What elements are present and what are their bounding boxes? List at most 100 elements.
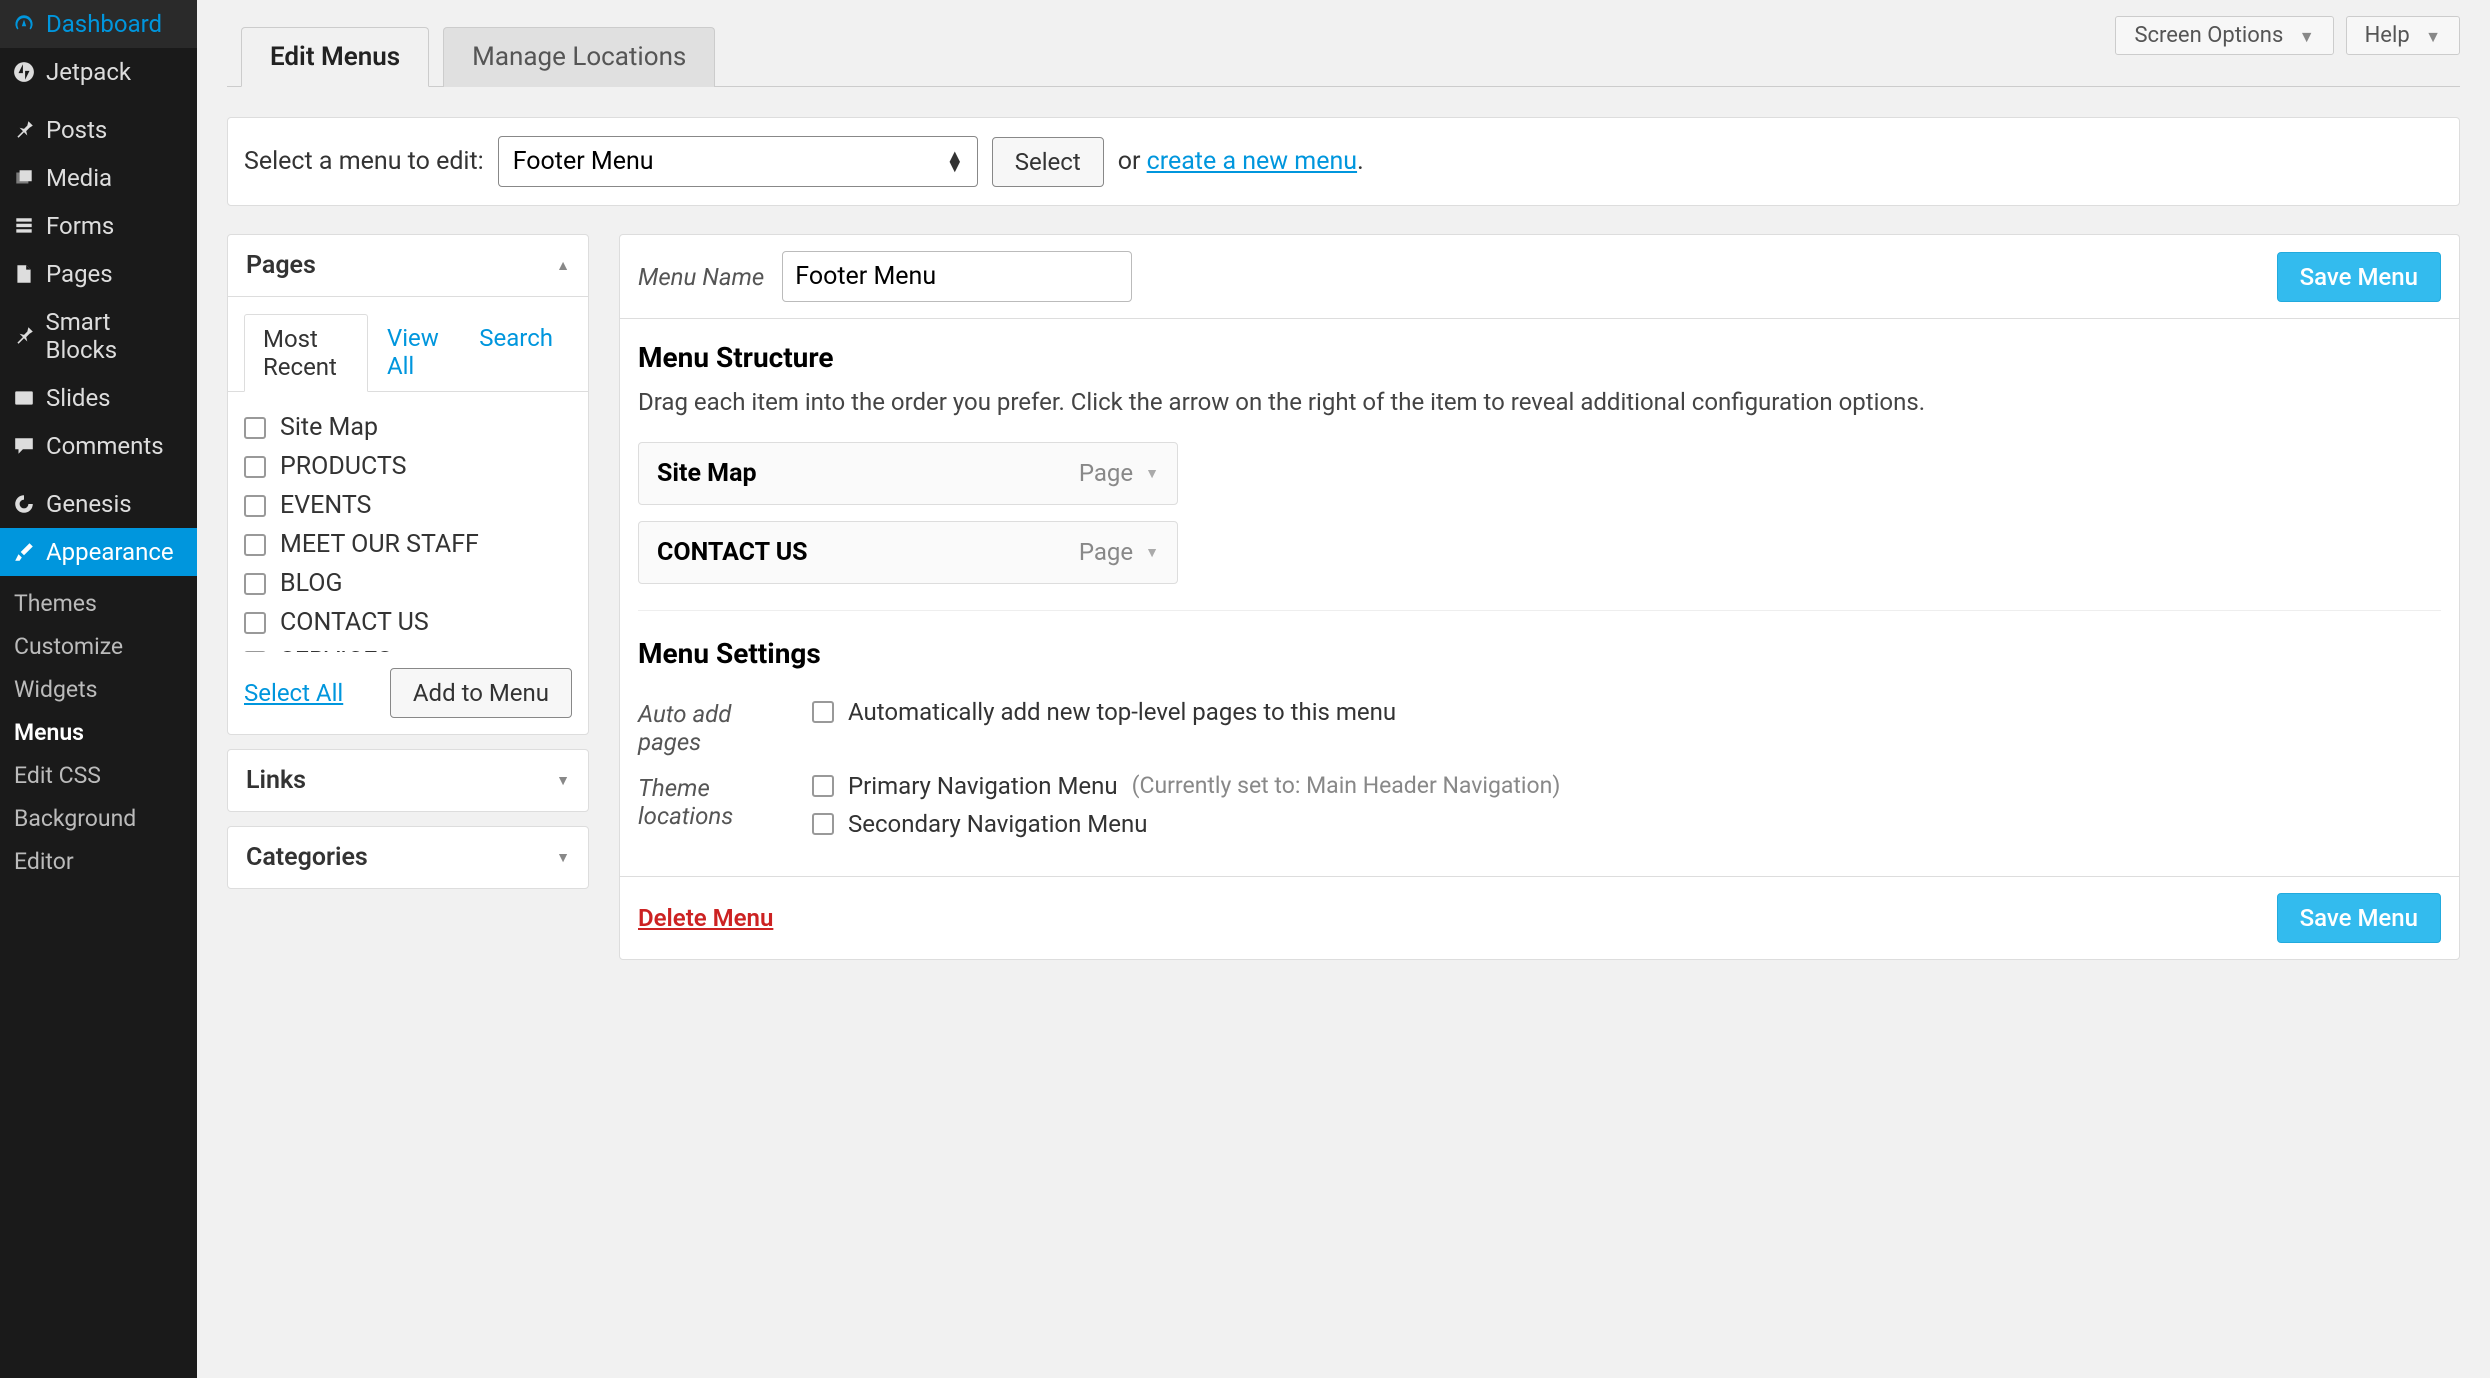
sidebar-item-slides[interactable]: Slides <box>0 374 197 422</box>
sidebar-item-posts[interactable]: Posts <box>0 106 197 154</box>
menu-item-type: Page <box>1079 538 1133 566</box>
sidebar-item-label: Genesis <box>46 490 132 518</box>
links-accordion-header[interactable]: Links ▼ <box>228 750 588 811</box>
secondary-nav-checkbox[interactable] <box>812 813 834 835</box>
submenu-item-widgets[interactable]: Widgets <box>0 668 197 711</box>
select-button[interactable]: Select <box>992 137 1104 187</box>
save-menu-button-bottom[interactable]: Save Menu <box>2277 893 2441 943</box>
help-label: Help <box>2365 23 2410 48</box>
sidebar-item-label: Comments <box>46 432 164 460</box>
pages-accordion-header[interactable]: Pages ▲ <box>228 235 588 296</box>
primary-nav-checkbox[interactable] <box>812 775 834 797</box>
help-button[interactable]: Help ▼ <box>2346 16 2460 55</box>
sidebar-item-label: Slides <box>46 384 111 412</box>
chevron-down-icon: ▼ <box>1145 544 1159 561</box>
submenu-item-themes[interactable]: Themes <box>0 582 197 625</box>
page-checkbox[interactable] <box>244 417 266 439</box>
sidebar-item-comments[interactable]: Comments <box>0 422 197 470</box>
sidebar-item-appearance[interactable]: Appearance <box>0 528 197 576</box>
submenu-item-background[interactable]: Background <box>0 797 197 840</box>
submenu-item-menus[interactable]: Menus <box>0 711 197 754</box>
menu-dropdown[interactable]: Footer Menu <box>498 136 978 187</box>
menu-settings-heading: Menu Settings <box>638 637 2441 670</box>
chevron-down-icon: ▼ <box>1145 465 1159 482</box>
sidebar-item-genesis[interactable]: Genesis <box>0 480 197 528</box>
menu-item[interactable]: CONTACT US Page ▼ <box>638 521 1178 584</box>
menu-item[interactable]: Site Map Page ▼ <box>638 442 1178 505</box>
menu-item-title: Site Map <box>657 459 757 488</box>
slides-icon <box>12 386 36 410</box>
inner-tab-search[interactable]: Search <box>460 313 572 391</box>
chevron-down-icon: ▼ <box>2425 27 2441 46</box>
links-accordion: Links ▼ <box>227 749 589 812</box>
page-item: CONTACT US <box>244 603 572 642</box>
submenu-item-customize[interactable]: Customize <box>0 625 197 668</box>
sidebar-item-label: Pages <box>46 260 113 288</box>
menu-name-label: Menu Name <box>638 263 764 291</box>
page-label: SERVICES <box>280 647 392 652</box>
menu-item-title: CONTACT US <box>657 538 808 567</box>
page-checkbox[interactable] <box>244 612 266 634</box>
chevron-up-icon: ▲ <box>556 257 570 274</box>
pages-title: Pages <box>246 251 316 280</box>
page-item: PRODUCTS <box>244 447 572 486</box>
sidebar-item-label: Jetpack <box>46 58 131 86</box>
menu-item-type: Page <box>1079 459 1133 487</box>
sidebar-item-label: Smart Blocks <box>46 308 186 364</box>
sidebar-item-label: Dashboard <box>46 10 162 38</box>
links-title: Links <box>246 766 306 795</box>
sidebar-item-dashboard[interactable]: Dashboard <box>0 0 197 48</box>
comment-icon <box>12 434 36 458</box>
page-checkbox[interactable] <box>244 495 266 517</box>
inner-tab-view-all[interactable]: View All <box>368 313 460 391</box>
page-item: MEET OUR STAFF <box>244 525 572 564</box>
page-item: EVENTS <box>244 486 572 525</box>
screen-options-button[interactable]: Screen Options ▼ <box>2115 16 2333 55</box>
dashboard-icon <box>12 12 36 36</box>
save-menu-button-top[interactable]: Save Menu <box>2277 252 2441 302</box>
create-new-menu-link[interactable]: create a new menu <box>1147 147 1357 176</box>
chevron-down-icon: ▼ <box>556 849 570 866</box>
pin-icon <box>12 118 36 142</box>
admin-sidebar: Dashboard Jetpack Posts Media Forms Pages Smar… <box>0 0 197 1378</box>
pages-icon <box>12 262 36 286</box>
page-label: PRODUCTS <box>280 452 406 481</box>
auto-add-pages-label: Auto add pages <box>638 698 780 756</box>
auto-add-checkbox[interactable] <box>812 701 834 723</box>
add-to-menu-button[interactable]: Add to Menu <box>390 668 572 718</box>
submenu-item-editor[interactable]: Editor <box>0 840 197 883</box>
sidebar-item-label: Media <box>46 164 112 192</box>
chevron-down-icon: ▼ <box>556 772 570 789</box>
categories-accordion-header[interactable]: Categories ▼ <box>228 827 588 888</box>
auto-add-text: Automatically add new top-level pages to… <box>848 698 1396 726</box>
chevron-down-icon: ▼ <box>2299 27 2315 46</box>
sidebar-item-pages[interactable]: Pages <box>0 250 197 298</box>
pin-icon <box>12 324 36 348</box>
sidebar-item-forms[interactable]: Forms <box>0 202 197 250</box>
page-checkbox[interactable] <box>244 534 266 556</box>
menu-name-input[interactable] <box>782 251 1132 302</box>
primary-nav-hint: (Currently set to: Main Header Navigatio… <box>1132 772 1561 799</box>
select-all-link[interactable]: Select All <box>244 679 343 707</box>
menu-editor: Menu Name Save Menu Menu Structure Drag … <box>619 234 2460 960</box>
page-label: BLOG <box>280 569 342 598</box>
main-content: Screen Options ▼ Help ▼ Edit Menus Manag… <box>197 0 2490 1378</box>
page-checkbox[interactable] <box>244 573 266 595</box>
tab-manage-locations[interactable]: Manage Locations <box>443 27 715 87</box>
page-label: Site Map <box>280 413 378 442</box>
pages-accordion: Pages ▲ Most Recent View All Search Site… <box>227 234 589 735</box>
theme-locations-label: Theme locations <box>638 772 780 830</box>
page-label: MEET OUR STAFF <box>280 530 479 559</box>
sidebar-item-media[interactable]: Media <box>0 154 197 202</box>
media-icon <box>12 166 36 190</box>
sidebar-item-smart-blocks[interactable]: Smart Blocks <box>0 298 197 374</box>
sidebar-item-jetpack[interactable]: Jetpack <box>0 48 197 96</box>
page-item: SERVICES <box>244 642 572 652</box>
page-item: Site Map <box>244 408 572 447</box>
submenu-item-edit-css[interactable]: Edit CSS <box>0 754 197 797</box>
inner-tab-most-recent[interactable]: Most Recent <box>244 314 368 392</box>
tab-edit-menus[interactable]: Edit Menus <box>241 27 429 87</box>
delete-menu-link[interactable]: Delete Menu <box>638 904 773 932</box>
page-checkbox[interactable] <box>244 651 266 653</box>
page-checkbox[interactable] <box>244 456 266 478</box>
